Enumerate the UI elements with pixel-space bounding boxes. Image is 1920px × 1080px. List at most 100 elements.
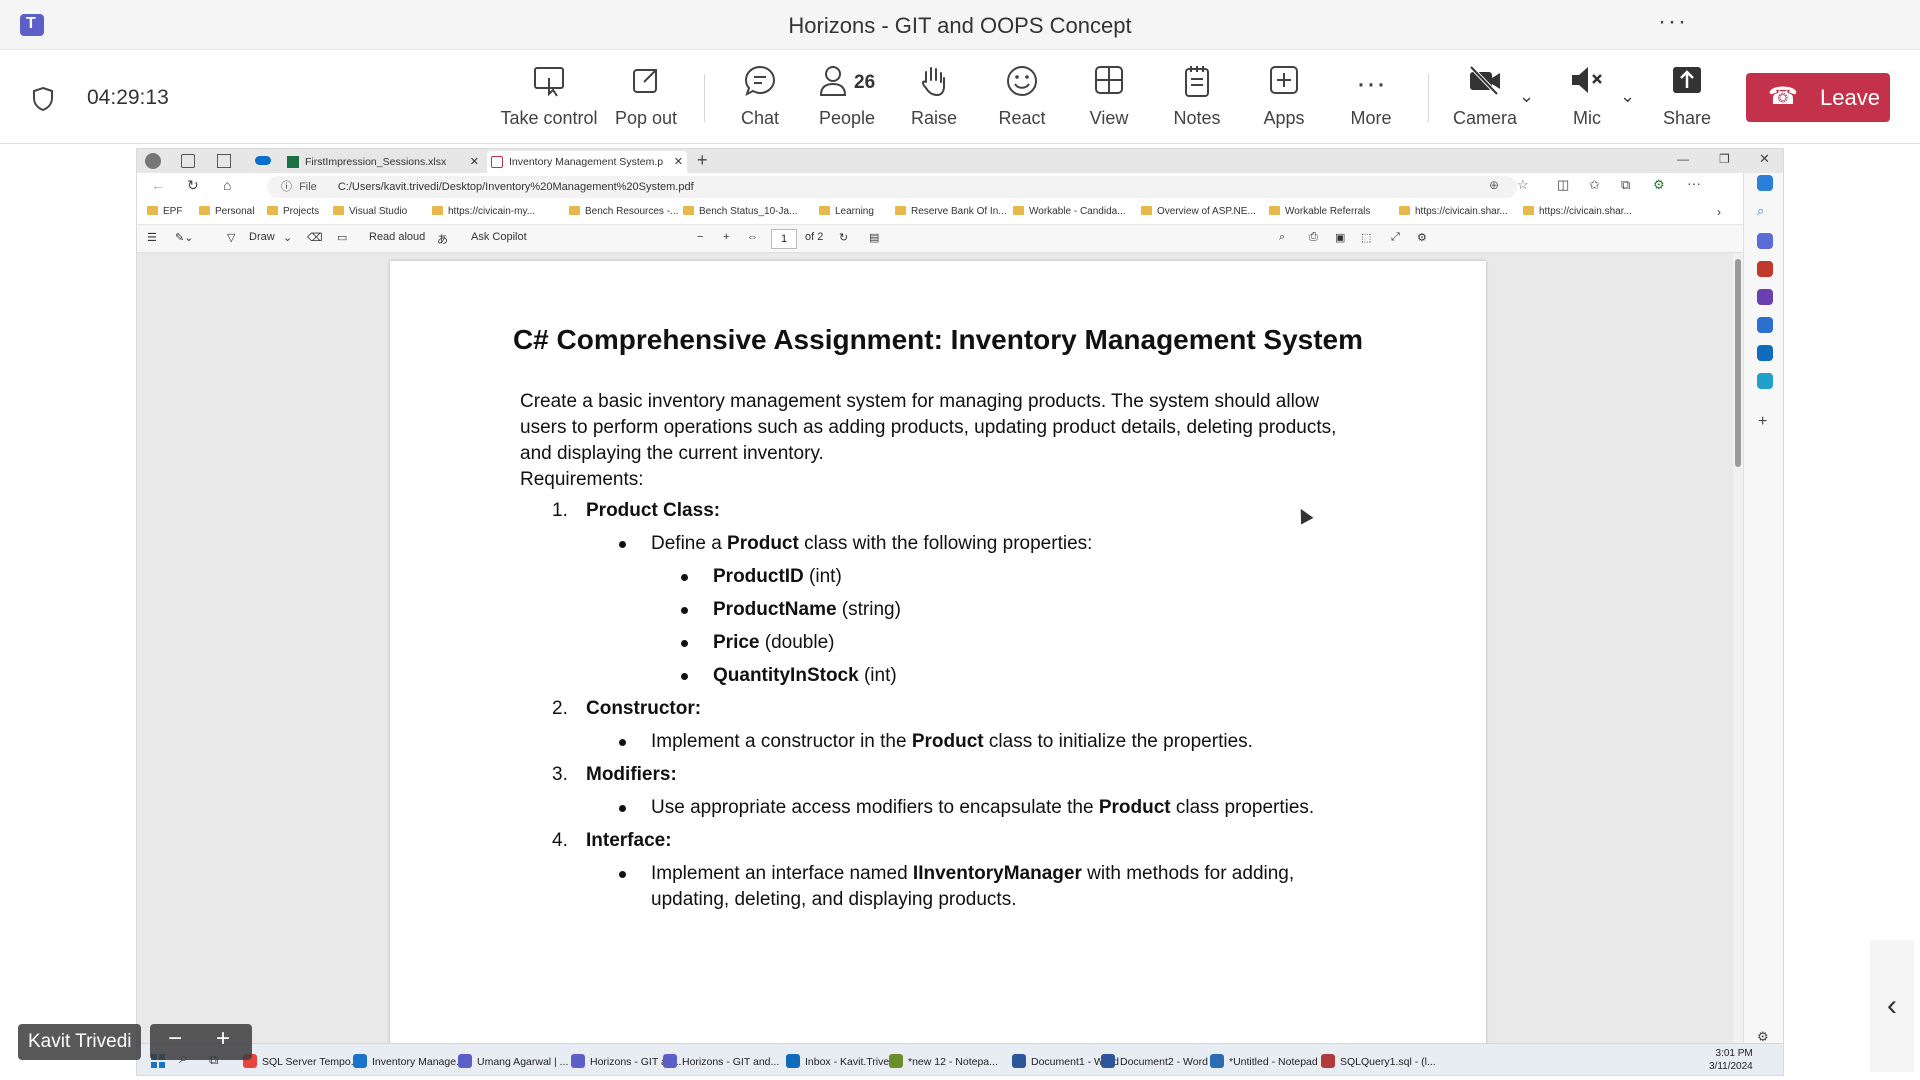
settings-more-icon[interactable]: ···	[1687, 175, 1701, 191]
close-tab-icon[interactable]: ✕	[470, 151, 479, 173]
favorites-icon[interactable]: ✩	[1589, 177, 1600, 193]
zoom-in-icon[interactable]: +	[723, 231, 729, 243]
new-tab-plus-icon[interactable]: +	[697, 150, 708, 171]
fit-page-icon[interactable]: ⇔	[747, 231, 758, 243]
draw-button[interactable]: Draw	[249, 231, 275, 243]
taskbar-item[interactable]: Inbox - Kavit.Trive...	[786, 1054, 898, 1068]
sidebar-shopping-icon[interactable]	[1757, 233, 1773, 249]
bookmark-item[interactable]: Bench Resources -...	[569, 206, 678, 217]
collections-icon[interactable]: ⧉	[1621, 177, 1630, 193]
save-as-icon[interactable]: ⬚	[1361, 231, 1371, 244]
profile-avatar[interactable]	[145, 153, 161, 169]
taskbar-item[interactable]: *new 12 - Notepa...	[889, 1054, 998, 1068]
ask-copilot-button[interactable]: Ask Copilot	[471, 231, 527, 243]
bookmark-item[interactable]: https://civicain.shar...	[1399, 206, 1508, 217]
scrollbar-thumb[interactable]	[1735, 259, 1741, 467]
taskbar-item[interactable]: SQLQuery1.sql - (l...	[1321, 1054, 1436, 1068]
restore-icon[interactable]: ❐	[1719, 152, 1730, 166]
fullscreen-icon[interactable]: ⤢	[1391, 231, 1400, 244]
sidebar-add-icon[interactable]: +	[1758, 413, 1767, 431]
favorite-star-icon[interactable]: ☆	[1517, 177, 1529, 193]
back-arrow-icon[interactable]: ←	[151, 177, 165, 193]
more-button[interactable]: ··· More	[1321, 64, 1421, 136]
print-icon[interactable]: ⎙	[1309, 231, 1318, 244]
copilot-icon[interactable]	[1757, 175, 1773, 191]
zoom-in-button[interactable]: +	[216, 1025, 230, 1053]
sidebar-m365-icon[interactable]	[1757, 317, 1773, 333]
bookmark-item[interactable]: EPF	[147, 206, 182, 217]
zoom-icon[interactable]: ⊕	[1489, 178, 1499, 192]
close-window-icon[interactable]: ✕	[1759, 151, 1770, 167]
view-button[interactable]: View	[1059, 64, 1159, 136]
address-field[interactable]: ⓘ File C:/Users/kavit.trivedi/Desktop/In…	[267, 176, 1517, 198]
draw-icon[interactable]: ▽	[227, 231, 235, 244]
taskbar-clock[interactable]: 3:01 PM 3/11/2024	[1709, 1047, 1753, 1073]
expand-panel-chevron-left-icon[interactable]: ‹	[1870, 940, 1914, 1072]
bookmark-item[interactable]: Workable - Candida...	[1013, 206, 1126, 217]
browser-tab-pdf[interactable]: Inventory Management System.p ✕	[487, 151, 687, 173]
read-aloud-button[interactable]: Read aloud	[369, 231, 425, 243]
bookmarks-more-chevron-right-icon[interactable]: ›	[1717, 205, 1721, 219]
zoom-out-button[interactable]: −	[168, 1025, 182, 1053]
taskbar-item[interactable]: Inventory Manage...	[353, 1054, 465, 1068]
taskbar-item[interactable]: Document2 - Word	[1101, 1054, 1208, 1068]
zoom-out-icon[interactable]: −	[697, 231, 703, 243]
bookmark-item[interactable]: Overview of ASP.NE...	[1141, 206, 1256, 217]
home-icon[interactable]: ⌂	[223, 177, 231, 193]
translate-icon[interactable]: あ	[437, 231, 448, 247]
leave-button[interactable]: ☎ Leave	[1746, 73, 1890, 122]
sidebar-search-icon[interactable]: ⌕	[1757, 203, 1764, 219]
take-control-button[interactable]: Take control	[499, 64, 599, 136]
page-view-icon[interactable]: ▭	[337, 231, 347, 244]
react-button[interactable]: React	[972, 64, 1072, 136]
page-number-input[interactable]: 1	[771, 229, 797, 249]
taskbar-item[interactable]: SQL Server Tempo...	[243, 1054, 359, 1068]
notes-button[interactable]: Notes	[1147, 64, 1247, 136]
draw-options-chevron-down-icon[interactable]: ⌄	[283, 231, 292, 244]
bookmark-item[interactable]: Bench Status_10-Ja...	[683, 206, 797, 217]
bookmark-item[interactable]: Reserve Bank Of In...	[895, 206, 1007, 217]
bookmark-item[interactable]: Learning	[819, 206, 874, 217]
tab-actions-icon[interactable]	[217, 154, 231, 168]
share-button[interactable]: Share	[1637, 64, 1737, 136]
rotate-icon[interactable]: ↻	[839, 231, 848, 244]
pdf-settings-gear-icon[interactable]: ⚙	[1417, 231, 1427, 244]
sidebar-drop-icon[interactable]	[1757, 373, 1773, 389]
bookmark-item[interactable]: Personal	[199, 206, 254, 217]
split-screen-icon[interactable]: ◫	[1557, 177, 1569, 193]
people-button[interactable]: People	[797, 64, 897, 136]
camera-options-chevron-down-icon[interactable]: ⌄	[1519, 86, 1534, 107]
text-bold: IInventoryManager	[912, 863, 1082, 884]
taskbar-item[interactable]: Umang Agarwal | ...	[458, 1054, 568, 1068]
bookmark-item[interactable]: Workable Referrals	[1269, 206, 1370, 217]
close-tab-icon[interactable]: ✕	[674, 151, 683, 173]
sidebar-games-icon[interactable]	[1757, 289, 1773, 305]
save-icon[interactable]: ▣	[1335, 231, 1345, 244]
raise-hand-button[interactable]: Raise	[884, 64, 984, 136]
scrollbar[interactable]	[1733, 253, 1743, 1063]
bookmark-item[interactable]: https://civicain-my...	[432, 206, 535, 217]
two-page-view-icon[interactable]: ▤	[869, 231, 879, 244]
bookmark-item[interactable]: Visual Studio	[333, 206, 407, 217]
browser-tab-excel[interactable]: FirstImpression_Sessions.xlsx ✕	[283, 151, 483, 173]
more-options-icon[interactable]: ···	[1658, 8, 1688, 36]
eraser-icon[interactable]: ⌫	[307, 231, 323, 244]
chat-button[interactable]: Chat	[710, 64, 810, 136]
sidebar-outlook-icon[interactable]	[1757, 345, 1773, 361]
minimize-icon[interactable]: —	[1677, 152, 1689, 166]
onedrive-icon[interactable]	[255, 156, 271, 165]
bookmark-item[interactable]: Projects	[267, 206, 319, 217]
refresh-icon[interactable]: ↻	[187, 177, 199, 194]
contents-list-icon[interactable]: ☰	[147, 231, 157, 244]
taskbar-item[interactable]: Horizons - GIT and...	[663, 1054, 779, 1068]
bookmark-item[interactable]: https://civicain.shar...	[1523, 206, 1632, 217]
search-icon[interactable]: ⌕	[1279, 231, 1285, 244]
taskbar-item[interactable]: *Untitled - Notepad	[1210, 1054, 1318, 1068]
apps-button[interactable]: Apps	[1234, 64, 1334, 136]
sidebar-tools-icon[interactable]	[1757, 261, 1773, 277]
pop-out-button[interactable]: Pop out	[596, 64, 696, 136]
workspaces-icon[interactable]	[181, 154, 195, 168]
highlight-icon[interactable]: ✎⌄	[175, 231, 193, 244]
mic-options-chevron-down-icon[interactable]: ⌄	[1620, 86, 1635, 107]
extension-icon[interactable]: ⚙	[1653, 177, 1665, 193]
